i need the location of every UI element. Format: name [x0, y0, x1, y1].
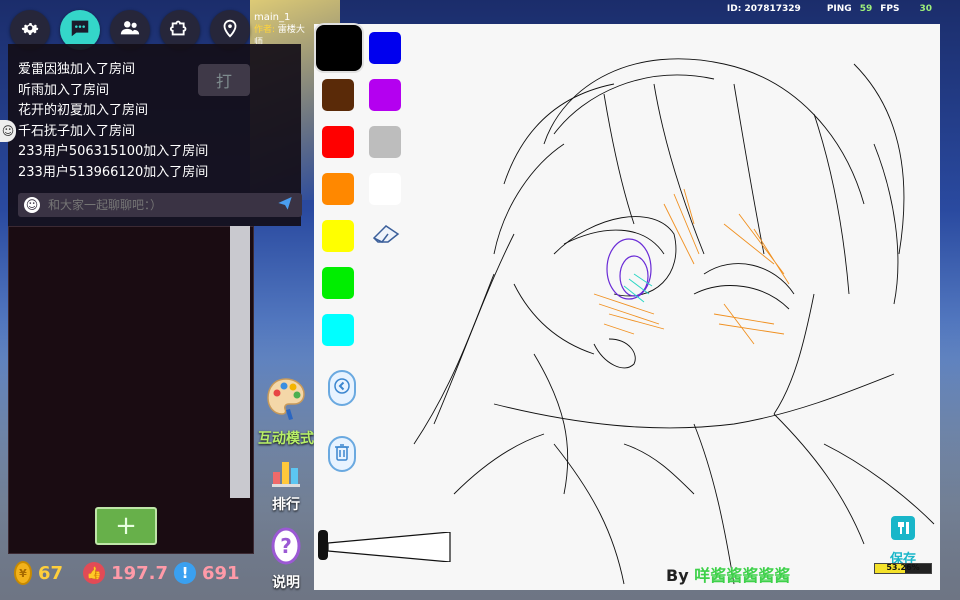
chat-message: 千石抚子加入了房间	[18, 123, 136, 139]
chevron-left-icon	[334, 378, 350, 398]
chat-message: 233用户506315100加入了房间	[18, 144, 209, 159]
color-swatch[interactable]	[322, 79, 354, 111]
artist-name: 咩酱酱酱酱酱	[694, 566, 791, 585]
info-icon[interactable]: !	[174, 562, 196, 584]
brush-size-thumb[interactable]	[318, 530, 328, 560]
help-button[interactable]: ? 说明	[258, 526, 314, 592]
people-icon	[119, 17, 141, 43]
list-panel	[8, 226, 254, 554]
chat-message: 听雨加入了房间	[18, 82, 110, 98]
map-name: main_1	[254, 11, 291, 23]
ranking-icon	[270, 458, 302, 492]
help-label: 说明	[272, 575, 300, 591]
clear-button[interactable]	[328, 436, 356, 472]
ping-value: 59	[859, 4, 873, 14]
color-swatch[interactable]	[322, 220, 354, 252]
emoji-icon[interactable]: ☺	[24, 197, 40, 213]
color-swatch[interactable]	[322, 314, 354, 346]
color-swatch[interactable]	[322, 267, 354, 299]
like-count: 197.7	[111, 562, 168, 584]
ranking-label: 排行	[272, 497, 300, 513]
svg-text:?: ?	[280, 534, 292, 558]
interactive-mode-button[interactable]: 互动模式	[258, 376, 314, 448]
color-swatch[interactable]	[322, 126, 354, 158]
add-button[interactable]: +	[95, 507, 157, 545]
view-count: 691	[202, 562, 240, 584]
chat-message: 233用户513966120加入了房间	[18, 164, 209, 180]
color-swatch[interactable]	[322, 173, 354, 205]
stats-bar: ¥ 67 👍 197.7 ! 691	[0, 556, 254, 590]
palette-icon	[265, 376, 307, 426]
chat-input-bar: ☺	[18, 193, 302, 217]
room-id: ID: 207817329	[726, 4, 801, 14]
coin-icon: ¥	[14, 561, 32, 585]
save-button[interactable]: 保存	[888, 514, 918, 567]
sketch-artwork	[413, 58, 935, 585]
interactive-mode-label: 互动模式	[258, 431, 314, 447]
chat-input[interactable]	[46, 197, 274, 213]
gear-icon	[19, 17, 41, 43]
chat-panel: 爱雷因独加入了房间 听雨加入了房间 花开的初夏加入了房间 千石抚子加入了房间 2…	[8, 44, 302, 226]
status-bar: ID: 207817329 PING 59 FPS 30	[727, 4, 932, 14]
send-button[interactable]	[274, 194, 296, 216]
coin-count: 67	[38, 562, 64, 584]
ping-label: PING	[826, 4, 852, 14]
trash-icon	[334, 443, 350, 465]
artist-signature: By 咩酱酱酱酱酱	[666, 566, 791, 585]
fps-value: 30	[919, 4, 932, 14]
chat-messages: 爱雷因独加入了房间 听雨加入了房间 花开的初夏加入了房间 千石抚子加入了房间 2…	[18, 60, 208, 183]
chat-icon	[69, 17, 91, 43]
scrollbar[interactable]	[230, 226, 250, 498]
drawing-canvas[interactable]: By 咩酱酱酱酱酱 保存 53.26%	[314, 24, 940, 590]
like-icon[interactable]: 👍	[83, 562, 106, 584]
chat-message: 爱雷因独加入了房间	[18, 62, 136, 77]
ranking-button[interactable]: 排行	[258, 458, 314, 514]
map-pin-icon	[219, 17, 241, 43]
send-icon	[277, 195, 293, 215]
color-swatch[interactable]	[316, 25, 362, 71]
save-progress-bar: 53.26%	[874, 563, 932, 574]
puzzle-icon	[169, 17, 191, 43]
progress-label: 53.26%	[886, 563, 920, 572]
collapse-button[interactable]	[328, 370, 356, 406]
question-icon: ?	[271, 526, 301, 570]
chat-message: 花开的初夏加入了房间	[18, 103, 149, 118]
save-icon	[889, 514, 917, 546]
fps-label: FPS	[880, 4, 900, 14]
partial-tab[interactable]: 打	[198, 64, 250, 96]
